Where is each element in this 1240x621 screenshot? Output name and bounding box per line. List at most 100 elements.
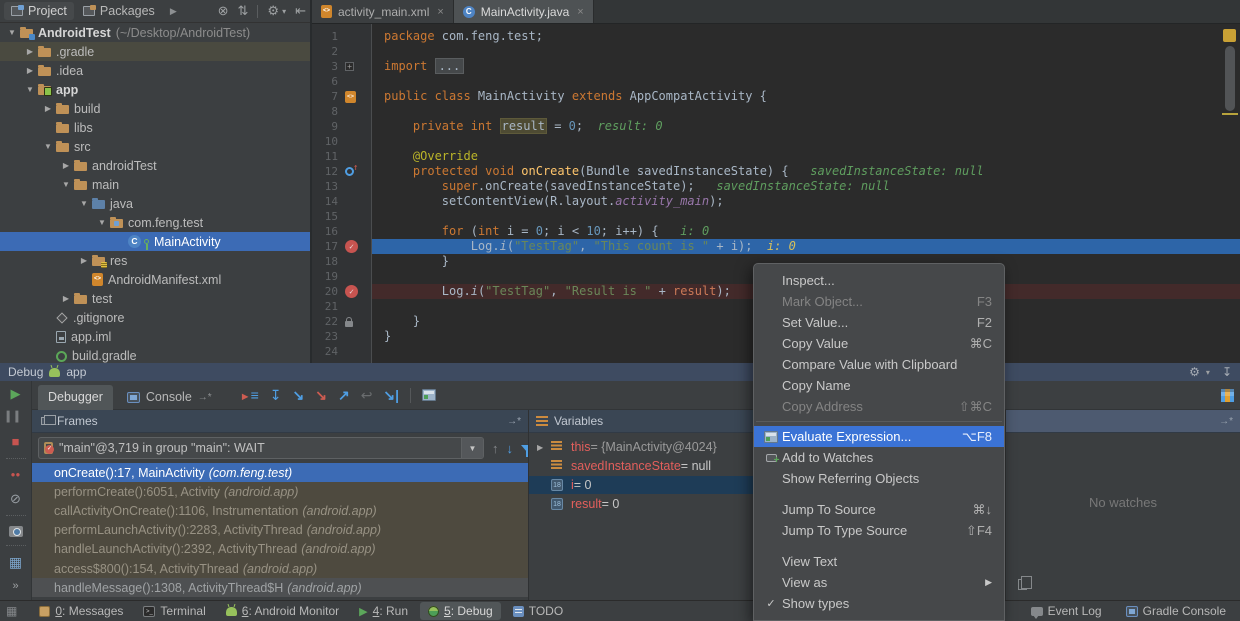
- frame-row[interactable]: onCreate():17, MainActivity(com.feng.tes…: [32, 463, 528, 482]
- step-over-icon[interactable]: ↧: [270, 387, 282, 404]
- tree-expand-arrow-icon[interactable]: ▶: [76, 256, 92, 265]
- locate-icon[interactable]: ⊗: [218, 3, 229, 19]
- menu-item-view-text[interactable]: View Text: [754, 551, 1004, 572]
- code-line[interactable]: Log.i("TestTag", "This count is " + i); …: [372, 239, 1240, 254]
- tree-expand-arrow-icon[interactable]: ▶: [58, 161, 74, 170]
- editor-scrollbar[interactable]: [1225, 46, 1235, 111]
- tool-window-switcher-icon[interactable]: ▦: [6, 604, 17, 618]
- frame-row[interactable]: access$800():154, ActivityThread(android…: [32, 559, 528, 578]
- code-line[interactable]: [372, 44, 1240, 59]
- toolwindow-button-debug[interactable]: 5: Debug: [420, 602, 501, 620]
- inspection-indicator-icon[interactable]: [1223, 29, 1236, 42]
- settings-icon[interactable]: ⚙: [267, 3, 279, 19]
- hide-icon[interactable]: ↧: [1222, 365, 1232, 379]
- drop-frame-icon[interactable]: ↩: [361, 387, 373, 404]
- tab-project[interactable]: Project: [4, 2, 74, 20]
- menu-item-jump-to-source[interactable]: Jump To Source⌘↓: [754, 499, 1004, 520]
- menu-item-evaluate-expression[interactable]: Evaluate Expression...⌥F8: [754, 426, 1004, 447]
- show-execution-point-icon[interactable]: [240, 387, 259, 403]
- code-line[interactable]: [372, 209, 1240, 224]
- frame-row[interactable]: callActivityOnCreate():1106, Instrumenta…: [32, 501, 528, 520]
- toolwindow-button-messages[interactable]: 0: Messages: [31, 602, 131, 620]
- tree-item-src[interactable]: ▼src: [0, 137, 310, 156]
- code-line[interactable]: [372, 74, 1240, 89]
- previous-frame-icon[interactable]: ↑: [492, 441, 499, 456]
- tree-expand-arrow-icon[interactable]: ▼: [4, 28, 20, 37]
- tree-expand-arrow-icon[interactable]: ▶: [40, 104, 56, 113]
- tree-expand-arrow-icon[interactable]: ▶: [537, 443, 551, 452]
- pause-icon[interactable]: ▍▍: [7, 410, 24, 426]
- step-out-icon[interactable]: ↗: [338, 387, 350, 404]
- tree-expand-arrow-icon[interactable]: ▼: [58, 180, 74, 189]
- next-frame-icon[interactable]: ↓: [507, 441, 514, 456]
- menu-item-jump-to-type-source[interactable]: Jump To Type Source⇧F4: [754, 520, 1004, 541]
- menu-item-view-as[interactable]: View as▶: [754, 572, 1004, 593]
- float-window-icon[interactable]: →*: [1219, 416, 1233, 427]
- frame-row[interactable]: performLaunchActivity():2283, ActivityTh…: [32, 521, 528, 540]
- menu-item-add-to-watches[interactable]: Add to Watches: [754, 447, 1004, 468]
- tree-item-gitignore[interactable]: .gitignore: [0, 308, 310, 327]
- tab-packages[interactable]: Packages: [76, 2, 162, 20]
- breakpoint-icon[interactable]: [345, 285, 358, 298]
- evaluate-expression-icon[interactable]: [422, 389, 436, 401]
- statusbar-gradle-console[interactable]: Gradle Console: [1118, 602, 1234, 620]
- tree-expand-arrow-icon[interactable]: ▼: [76, 199, 92, 208]
- tree-expand-arrow-icon[interactable]: ▼: [22, 85, 38, 94]
- tree-item-libs[interactable]: libs: [0, 118, 310, 137]
- menu-item-show-types[interactable]: ✓Show types: [754, 593, 1004, 614]
- settings-icon[interactable]: ⚙: [1189, 365, 1200, 379]
- code-line[interactable]: public class MainActivity extends AppCom…: [372, 89, 1240, 104]
- breakpoint-icon[interactable]: [345, 240, 358, 253]
- restore-layout-icon[interactable]: ▦: [9, 554, 22, 570]
- frame-row[interactable]: handleLaunchActivity():2392, ActivityThr…: [32, 540, 528, 559]
- toolwindow-button-todo[interactable]: TODO: [505, 602, 571, 620]
- code-line[interactable]: import ...: [372, 59, 1240, 74]
- tree-expand-arrow-icon[interactable]: ▶: [22, 66, 38, 75]
- view-breakpoints-icon[interactable]: ●●: [11, 467, 21, 483]
- tree-item-build[interactable]: ▶build: [0, 99, 310, 118]
- float-window-icon[interactable]: →*: [507, 416, 521, 427]
- editor-tab-activity-main-xml[interactable]: activity_main.xml×: [312, 0, 454, 23]
- toolwindow-button-android-monitor[interactable]: 6: Android Monitor: [218, 602, 347, 620]
- tree-item-app[interactable]: ▼app: [0, 80, 310, 99]
- stop-icon[interactable]: ■: [12, 434, 20, 450]
- close-tab-icon[interactable]: ×: [577, 6, 583, 18]
- toolwindow-button-run[interactable]: ▶4: Run: [351, 602, 416, 620]
- more-icon[interactable]: »: [12, 578, 18, 594]
- editor-tab-mainactivity-java[interactable]: MainActivity.java×: [454, 0, 594, 23]
- code-line[interactable]: private int result = 0; result: 0: [372, 119, 1240, 134]
- dropdown-arrow-icon[interactable]: ▼: [461, 438, 483, 458]
- close-tab-icon[interactable]: ×: [437, 6, 443, 18]
- tree-expand-arrow-icon[interactable]: ▼: [40, 142, 56, 151]
- tree-item-test[interactable]: ▶test: [0, 289, 310, 308]
- tree-item-java[interactable]: ▼java: [0, 194, 310, 213]
- tree-expand-arrow-icon[interactable]: ▶: [22, 47, 38, 56]
- float-window-icon[interactable]: →*: [198, 392, 212, 403]
- menu-item-copy-value[interactable]: Copy Value⌘C: [754, 333, 1004, 354]
- tree-item-androidmanifest-xml[interactable]: AndroidManifest.xml: [0, 270, 310, 289]
- mute-breakpoints-icon[interactable]: ⊘: [10, 491, 21, 507]
- tree-item-com-feng-test[interactable]: ▼com.feng.test: [0, 213, 310, 232]
- tree-item-androidtest[interactable]: ▼AndroidTest (~/Desktop/AndroidTest): [0, 23, 310, 42]
- threads-view-icon[interactable]: [1221, 389, 1234, 402]
- code-line[interactable]: for (int i = 0; i < 10; i++) { i: 0: [372, 224, 1240, 239]
- tree-item-main[interactable]: ▼main: [0, 175, 310, 194]
- copy-icon[interactable]: [1018, 579, 1027, 590]
- resume-icon[interactable]: ▶: [11, 386, 21, 402]
- code-line[interactable]: [372, 134, 1240, 149]
- tree-item-idea[interactable]: ▶.idea: [0, 61, 310, 80]
- code-line[interactable]: @Override: [372, 149, 1240, 164]
- step-into-icon[interactable]: ↘: [292, 387, 304, 404]
- frame-row[interactable]: performCreate():6051, Activity(android.a…: [32, 482, 528, 501]
- menu-item-inspect[interactable]: Inspect...: [754, 270, 1004, 291]
- frame-row[interactable]: handleMessage():1308, ActivityThread$H(a…: [32, 578, 528, 597]
- tab-debugger[interactable]: Debugger: [38, 385, 113, 410]
- tab-console[interactable]: Console→*: [117, 385, 222, 410]
- tree-item-mainactivity[interactable]: MainActivity: [0, 232, 310, 251]
- menu-item-set-value[interactable]: Set Value...F2: [754, 312, 1004, 333]
- header-expand-arrow-icon[interactable]: ▶: [164, 6, 183, 17]
- run-to-cursor-icon[interactable]: ↘|: [383, 387, 399, 404]
- force-step-into-icon[interactable]: ↘: [315, 387, 327, 404]
- toolwindow-button-terminal[interactable]: Terminal: [135, 602, 213, 620]
- tree-item-build-gradle[interactable]: build.gradle: [0, 346, 310, 363]
